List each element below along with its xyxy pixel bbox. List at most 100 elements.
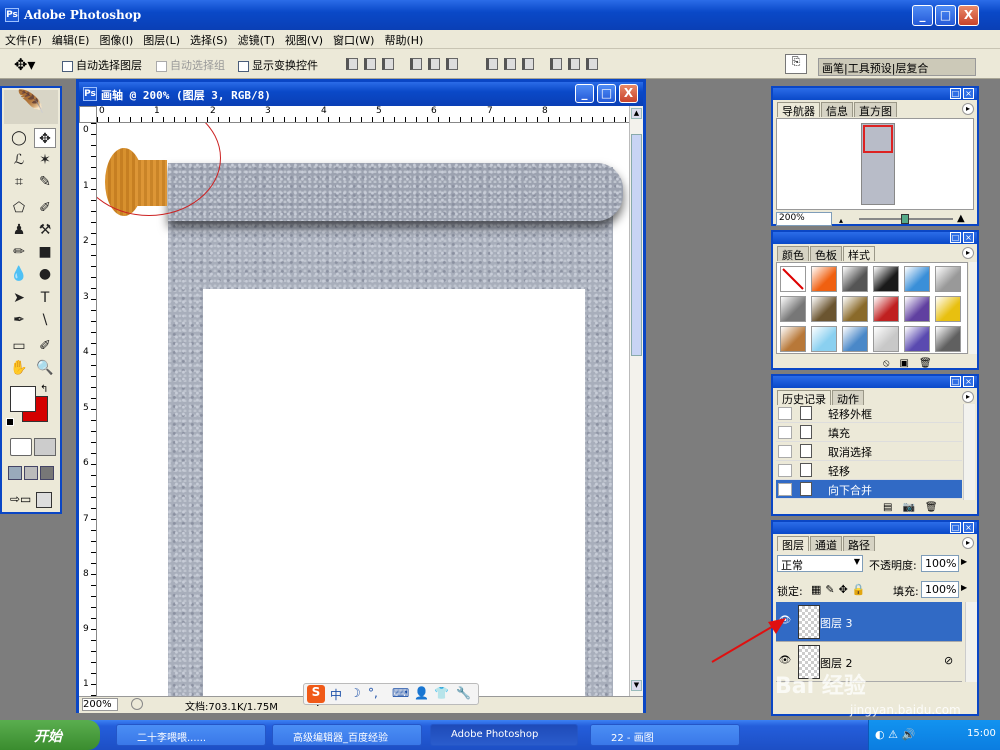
- brush-tool-icon[interactable]: ✐: [34, 198, 56, 218]
- notes-tool-icon[interactable]: ▭: [8, 336, 30, 356]
- palette-well-icon[interactable]: ⎘: [785, 54, 807, 74]
- hand-tool-icon[interactable]: ✋: [8, 358, 30, 378]
- scroll-down-icon[interactable]: ▼: [631, 680, 642, 691]
- tab-navigator[interactable]: 导航器: [777, 102, 820, 118]
- layers-menu-icon[interactable]: ▸: [962, 537, 974, 549]
- style-swatch[interactable]: [904, 326, 930, 352]
- navigator-preview[interactable]: [776, 118, 974, 210]
- style-swatch[interactable]: [780, 296, 806, 322]
- history-item[interactable]: 轻移外框: [776, 404, 962, 423]
- auto-select-layer-option[interactable]: 自动选择图层: [62, 57, 142, 73]
- zoom-tool-icon[interactable]: 🔍: [34, 358, 56, 378]
- distribute-bottom-icon[interactable]: [522, 58, 534, 70]
- styles-minimize-icon[interactable]: □: [950, 232, 961, 243]
- move-tool-icon[interactable]: ✥▾: [14, 55, 35, 74]
- vertical-scrollbar[interactable]: ▲ ▼: [629, 106, 643, 696]
- tab-layers[interactable]: 图层: [777, 536, 809, 552]
- sogou-logo-icon[interactable]: S: [307, 685, 325, 703]
- style-swatch[interactable]: [935, 266, 961, 292]
- style-swatch[interactable]: [780, 326, 806, 352]
- tab-info[interactable]: 信息: [821, 102, 853, 118]
- ime-keyboard-icon[interactable]: ⌨: [392, 686, 409, 700]
- tab-paths[interactable]: 路径: [843, 536, 875, 552]
- menu-help[interactable]: 帮助(H): [379, 30, 428, 50]
- align-right-icon[interactable]: [446, 58, 458, 70]
- screen-mode-full-menu-icon[interactable]: [24, 466, 38, 480]
- zoom-in-icon[interactable]: ▲: [957, 213, 965, 224]
- menu-file[interactable]: 文件(F): [0, 30, 47, 50]
- navigator-menu-icon[interactable]: ▸: [962, 103, 974, 115]
- align-left-icon[interactable]: [410, 58, 422, 70]
- swap-colors-icon[interactable]: ↰: [40, 384, 48, 395]
- layer-row-selected[interactable]: 👁 图层 3: [776, 602, 962, 642]
- style-swatch[interactable]: [811, 266, 837, 292]
- menu-layer[interactable]: 图层(L): [138, 30, 185, 50]
- tab-styles[interactable]: 样式: [843, 246, 875, 262]
- style-swatch[interactable]: [873, 326, 899, 352]
- style-swatch[interactable]: [904, 296, 930, 322]
- style-swatch[interactable]: [873, 266, 899, 292]
- navigator-close-icon[interactable]: ×: [963, 88, 974, 99]
- lock-image-icon[interactable]: ✎: [825, 583, 838, 596]
- show-transform-option[interactable]: 显示变换控件: [238, 57, 318, 73]
- history-item[interactable]: 取消选择: [776, 442, 962, 461]
- pen-tool-icon[interactable]: ✒: [8, 310, 30, 330]
- close-button[interactable]: X: [958, 5, 979, 26]
- history-snapshot-box[interactable]: [778, 445, 792, 458]
- align-vcenter-icon[interactable]: [364, 58, 376, 70]
- align-hcenter-icon[interactable]: [428, 58, 440, 70]
- layers-scrollbar[interactable]: [965, 602, 977, 682]
- imageready-icon[interactable]: [36, 492, 52, 508]
- ime-settings-icon[interactable]: 🔧: [456, 686, 471, 700]
- ime-punct-icon[interactable]: °,: [368, 686, 378, 700]
- styles-menu-icon[interactable]: ▸: [962, 247, 974, 259]
- style-swatch[interactable]: [842, 326, 868, 352]
- menu-view[interactable]: 视图(V): [280, 30, 328, 50]
- move-tool-icon[interactable]: ✥: [34, 128, 56, 148]
- align-bottom-icon[interactable]: [382, 58, 394, 70]
- slice-tool-icon[interactable]: ✎: [34, 172, 56, 192]
- zoom-out-icon[interactable]: ▴: [839, 216, 843, 225]
- fill-arrow-icon[interactable]: ▶: [961, 583, 967, 592]
- eyedropper-tool-icon[interactable]: ✐: [34, 336, 56, 356]
- styles-clear-icon[interactable]: ⦸: [883, 358, 900, 369]
- style-swatch[interactable]: [811, 296, 837, 322]
- task-button[interactable]: 二十李喂喂......: [116, 724, 266, 746]
- history-minimize-icon[interactable]: □: [950, 376, 961, 387]
- navigator-minimize-icon[interactable]: □: [950, 88, 961, 99]
- menu-select[interactable]: 选择(S): [185, 30, 233, 50]
- clone-stamp-tool-icon[interactable]: ♟: [8, 220, 30, 240]
- style-swatch[interactable]: [811, 326, 837, 352]
- tab-layer-comps[interactable]: 层复合: [895, 62, 928, 75]
- tab-history[interactable]: 历史记录: [777, 390, 831, 406]
- line-tool-icon[interactable]: \: [34, 310, 56, 330]
- image-canvas[interactable]: [97, 123, 629, 696]
- dodge-tool-icon[interactable]: ●: [34, 264, 56, 284]
- menu-window[interactable]: 窗口(W): [328, 30, 379, 50]
- doc-maximize-button[interactable]: □: [597, 84, 616, 103]
- tab-tool-presets[interactable]: 工具预设: [848, 62, 892, 75]
- healing-brush-tool-icon[interactable]: ⬠: [8, 198, 30, 218]
- eraser-tool-icon[interactable]: ✏: [8, 242, 30, 262]
- navigator-zoom-field[interactable]: 200%: [776, 212, 832, 226]
- path-select-tool-icon[interactable]: ➤: [8, 288, 30, 308]
- blend-mode-dropdown-icon[interactable]: ▼: [854, 557, 860, 566]
- styles-close-icon[interactable]: ×: [963, 232, 974, 243]
- history-menu-icon[interactable]: ▸: [962, 391, 974, 403]
- magic-wand-tool-icon[interactable]: ✶: [34, 150, 56, 170]
- tab-color[interactable]: 颜色: [777, 246, 809, 262]
- opacity-arrow-icon[interactable]: ▶: [961, 557, 967, 566]
- history-scrollbar[interactable]: [963, 404, 975, 500]
- style-swatch[interactable]: [935, 326, 961, 352]
- menu-filter[interactable]: 滤镜(T): [233, 30, 280, 50]
- ime-skin-icon[interactable]: 👕: [434, 686, 449, 700]
- distribute-right-icon[interactable]: [586, 58, 598, 70]
- history-item-selected[interactable]: 向下合并: [776, 480, 962, 499]
- type-tool-icon[interactable]: T: [34, 288, 56, 308]
- standard-mode-icon[interactable]: [10, 438, 32, 456]
- navigator-view-box[interactable]: [863, 125, 893, 153]
- menu-image[interactable]: 图像(I): [94, 30, 138, 50]
- style-swatch-none[interactable]: [780, 266, 806, 292]
- maximize-button[interactable]: □: [935, 5, 956, 26]
- blend-mode-select[interactable]: 正常 ▼: [777, 555, 863, 572]
